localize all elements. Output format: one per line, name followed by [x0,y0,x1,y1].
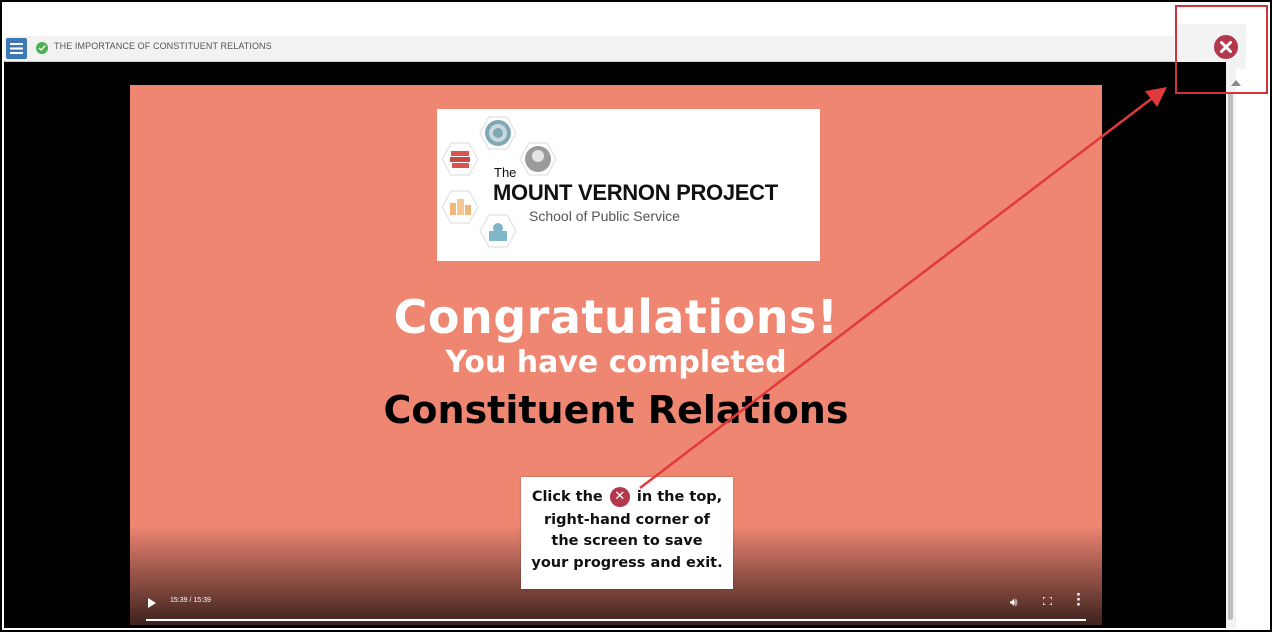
logo-the-text: The [494,165,517,180]
instructions-line-3: the screen to save [551,533,703,549]
volume-icon[interactable]: 🔊︎ [1010,595,1018,610]
instructions-line-1-start: Click the [531,489,603,505]
course-name-heading: Constituent Relations [383,388,849,432]
course-title: THE IMPORTANCE OF CONSTITUENT RELATIONS [54,41,272,51]
close-button-highlight [1175,5,1268,94]
course-header-bar: THE IMPORTANCE OF CONSTITUENT RELATIONS [4,36,1174,62]
progress-bar[interactable] [146,619,1086,621]
hamburger-menu-icon [10,43,23,54]
scrollbar-thumb[interactable] [1228,92,1233,620]
instructions-line-1: Click the ✕ in the top, [521,487,733,507]
scrollbar[interactable] [1226,62,1236,628]
more-options-icon[interactable]: · · · [1076,589,1081,612]
logo-subtitle: School of Public Service [529,208,680,224]
menu-button[interactable] [6,38,27,59]
play-icon[interactable] [148,598,156,608]
time-display: 15:39 / 15:39 [170,597,211,604]
logo-name: MOUNT VERNON PROJECT [493,180,778,205]
check-circle-icon [36,42,48,54]
completed-text: You have completed [445,345,787,380]
fullscreen-icon[interactable] [1043,597,1052,605]
mount-vernon-project-logo: The MOUNT VERNON PROJECT School of Publi… [437,109,820,261]
close-circle-icon: ✕ [609,487,630,507]
completion-slide: The MOUNT VERNON PROJECT School of Publi… [130,85,1102,625]
instructions-line-4: your progress and exit. [531,555,723,571]
video-player[interactable]: The MOUNT VERNON PROJECT School of Publi… [4,62,1226,628]
congratulations-heading: Congratulations! [393,290,839,344]
instructions-line-2: right-hand corner of [544,512,710,528]
instructions-line-1-end: in the top, [636,489,723,505]
instructions-box: Click the ✕ in the top, right-hand corne… [521,477,733,589]
